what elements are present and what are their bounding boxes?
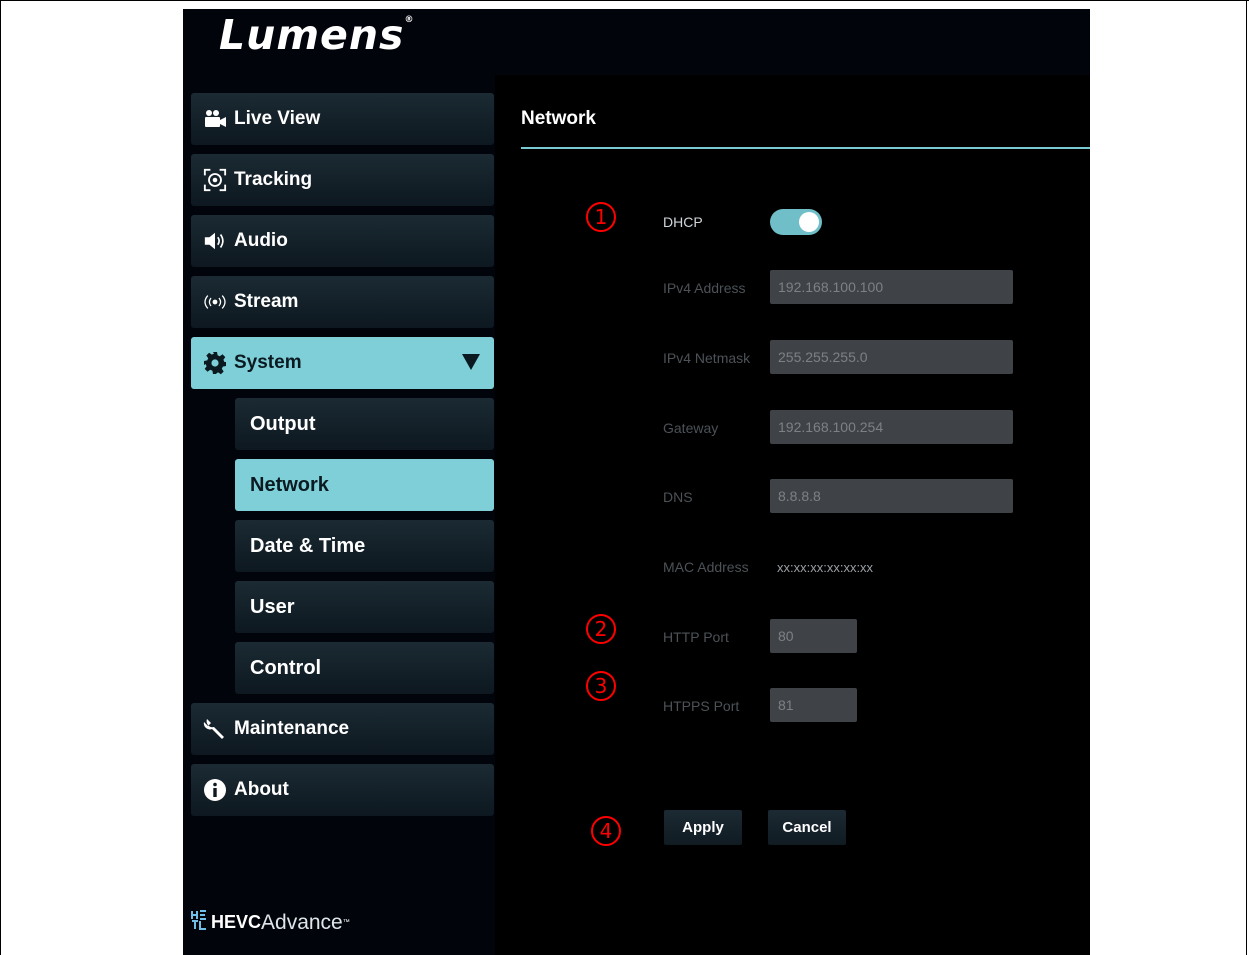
ipv4-address-label: IPv4 Address: [663, 280, 746, 296]
sidebar-subitem-label: Network: [250, 473, 329, 496]
sidebar-item-label: Live View: [234, 108, 321, 129]
sidebar-subitem-output[interactable]: Output: [235, 398, 494, 450]
annotation-marker-2: 2: [586, 614, 616, 644]
sidebar-item-about[interactable]: About: [191, 764, 494, 816]
sidebar-subitem-label: User: [250, 595, 295, 618]
wrench-icon: [203, 717, 227, 741]
mac-address-value: xx:xx:xx:xx:xx:xx: [777, 560, 874, 575]
ipv4-address-input[interactable]: [770, 270, 1013, 304]
mac-address-label: MAC Address: [663, 559, 749, 575]
sidebar-item-label: About: [234, 779, 289, 800]
hevc-mark-icon: [191, 910, 207, 935]
dns-input[interactable]: [770, 479, 1013, 513]
hevc-bold-text: HEVC: [211, 912, 262, 932]
sidebar-item-label: Tracking: [234, 169, 313, 190]
sidebar-item-stream[interactable]: Stream: [191, 276, 494, 328]
ipv4-netmask-label: IPv4 Netmask: [663, 350, 751, 366]
page-title: Network: [521, 108, 596, 129]
sidebar-item-label: Audio: [234, 230, 288, 251]
dhcp-toggle[interactable]: [770, 209, 822, 235]
sidebar-item-audio[interactable]: Audio: [191, 215, 494, 267]
dhcp-label: DHCP: [663, 214, 703, 230]
annotation-marker-1: 1: [586, 202, 616, 232]
sidebar-subitem-label: Output: [250, 412, 316, 435]
broadcast-icon: [203, 290, 227, 314]
speaker-icon: [203, 229, 227, 253]
sidebar-item-tracking[interactable]: Tracking: [191, 154, 494, 206]
sidebar-subitem-date-time[interactable]: Date & Time: [235, 520, 494, 572]
info-icon: [203, 778, 227, 802]
gear-icon: [203, 351, 227, 375]
registered-mark: ®: [404, 15, 415, 25]
chevron-down-icon: [462, 354, 480, 370]
title-divider: [521, 147, 1090, 149]
toggle-knob: [799, 212, 819, 232]
sidebar-item-label: Stream: [234, 291, 299, 312]
frame-right-border: [1246, 0, 1247, 955]
dns-label: DNS: [663, 489, 693, 505]
sidebar-item-live-view[interactable]: Live View: [191, 93, 494, 145]
trademark-mark: ™: [342, 919, 350, 926]
https-port-label: HTPPS Port: [663, 698, 740, 714]
lumens-logo: Lumens®: [219, 11, 414, 59]
video-camera-icon: [203, 107, 227, 131]
apply-button[interactable]: Apply: [664, 810, 742, 845]
http-port-label: HTTP Port: [663, 629, 729, 645]
ipv4-netmask-input[interactable]: [770, 340, 1013, 374]
hevc-advance-logo: HEVC Advance ™: [191, 910, 350, 935]
sidebar-item-label: Maintenance: [234, 718, 350, 739]
sidebar-item-label: System: [234, 352, 302, 373]
frame-left-border: [0, 0, 1, 955]
gateway-input[interactable]: [770, 410, 1013, 444]
https-port-input[interactable]: [770, 688, 857, 722]
sidebar-subitem-control[interactable]: Control: [235, 642, 494, 694]
sidebar-subitem-label: Date & Time: [250, 534, 366, 557]
sidebar-item-system[interactable]: System: [191, 337, 494, 389]
gateway-label: Gateway: [663, 420, 719, 436]
annotation-marker-4: 4: [591, 816, 621, 846]
frame-top-border: [0, 0, 1249, 1]
app-window: Lumens® Live View Tracking Audio Stream …: [183, 9, 1090, 955]
sidebar-item-maintenance[interactable]: Maintenance: [191, 703, 494, 755]
logo-text: Lumens: [219, 11, 405, 59]
http-port-input[interactable]: [770, 619, 857, 653]
cancel-button[interactable]: Cancel: [768, 810, 846, 845]
hevc-light-text: Advance: [261, 910, 343, 934]
annotation-marker-3: 3: [586, 671, 616, 701]
sidebar-subitem-user[interactable]: User: [235, 581, 494, 633]
sidebar-subitem-label: Control: [250, 656, 322, 679]
tracking-target-icon: [203, 168, 227, 192]
sidebar-subitem-network[interactable]: Network: [235, 459, 494, 511]
